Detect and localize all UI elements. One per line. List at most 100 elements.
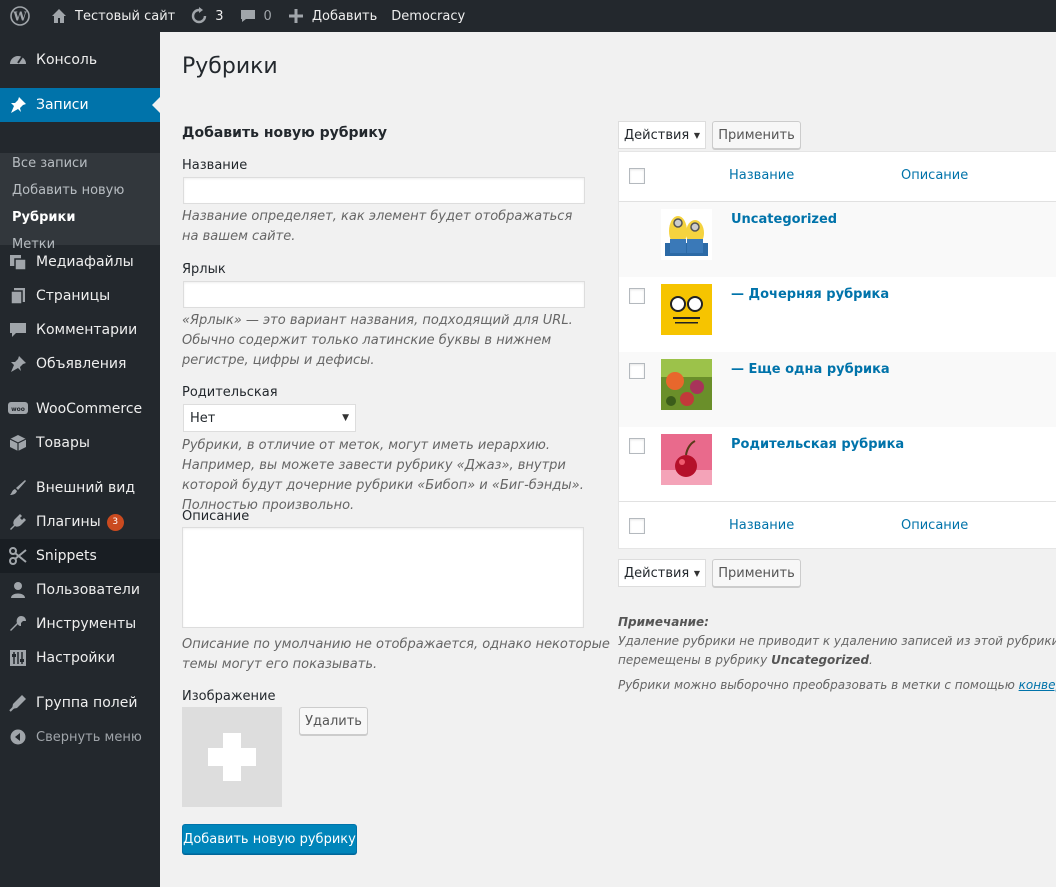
submenu-categories[interactable]: Рубрики: [12, 210, 75, 225]
plugin-icon: [0, 513, 36, 531]
table-row: — Дочерняя рубрика: [619, 277, 1056, 352]
remove-image-button[interactable]: Удалить: [299, 707, 368, 735]
column-description-header[interactable]: Описание: [901, 168, 968, 183]
table-header: Название Описание: [619, 152, 1056, 202]
name-description: Название определяет, как элемент будет о…: [182, 209, 573, 244]
menu-item-plugins[interactable]: Плагины 3: [0, 505, 160, 539]
image-label: Изображение: [182, 689, 276, 704]
updates-count: 3: [215, 8, 224, 24]
bulk-actions-select-top[interactable]: Действия ▼: [618, 121, 706, 149]
name-label: Название: [182, 158, 248, 173]
menu-item-appearance[interactable]: Внешний вид: [0, 471, 160, 505]
menu-item-posts[interactable]: Записи: [0, 88, 160, 122]
category-name-link[interactable]: Родительская рубрика: [731, 437, 904, 452]
bulk-actions-select-bottom[interactable]: Действия ▼: [618, 559, 706, 587]
updates-icon: [189, 6, 209, 26]
site-name-item[interactable]: Тестовый сайт: [42, 0, 182, 32]
democracy-label: Democracy: [391, 8, 466, 24]
menu-item-field-groups[interactable]: Группа полей: [0, 686, 160, 720]
submenu-all-posts[interactable]: Все записи: [12, 156, 88, 171]
media-icon: [0, 253, 36, 271]
dropdown-arrow-icon: ▼: [693, 568, 700, 578]
parent-label: Родительская: [182, 385, 278, 400]
menu-item-snippets[interactable]: Snippets: [0, 539, 160, 573]
menu-item-comments[interactable]: Комментарии: [0, 313, 160, 347]
select-all-checkbox-bottom[interactable]: [629, 518, 645, 534]
note-text-3: Рубрики можно выборочно преобразовать в …: [618, 676, 1056, 695]
apply-button-bottom[interactable]: Применить: [712, 559, 801, 587]
menu-item-products[interactable]: Товары: [0, 426, 160, 460]
add-category-button[interactable]: Добавить новую рубрику: [182, 824, 357, 854]
plus-icon: [286, 6, 306, 26]
comments-item[interactable]: 0: [231, 0, 279, 32]
dashboard-icon: [0, 51, 36, 69]
category-name-link[interactable]: — Еще одна рубрика: [731, 362, 890, 377]
description-label: Описание: [182, 509, 250, 524]
wrench-icon: [0, 615, 36, 633]
category-name-link[interactable]: — Дочерняя рубрика: [731, 287, 889, 302]
admin-bar: W Тестовый сайт 3 0 Добавить Democracy: [0, 0, 1056, 32]
category-thumbnail: [661, 434, 712, 485]
column-description-footer[interactable]: Описание: [901, 518, 968, 533]
category-thumbnail: [661, 209, 712, 260]
updates-item[interactable]: 3: [182, 0, 230, 32]
description-hint: Описание по умолчанию не отображается, о…: [182, 637, 610, 672]
select-all-checkbox[interactable]: [629, 168, 645, 184]
wordpress-logo-icon: W: [10, 6, 30, 26]
row-checkbox[interactable]: [629, 438, 645, 454]
dropdown-arrow-icon: ▼: [342, 413, 349, 423]
image-placeholder[interactable]: [182, 707, 282, 807]
table-row: Uncategorized: [619, 202, 1056, 277]
add-category-heading: Добавить новую рубрику: [182, 125, 387, 141]
row-checkbox[interactable]: [629, 288, 645, 304]
pages-icon: [0, 287, 36, 305]
category-thumbnail: [661, 284, 712, 335]
menu-item-woocommerce[interactable]: woo WooCommerce: [0, 392, 160, 426]
column-name-footer[interactable]: Название: [729, 518, 794, 533]
comments-icon: [0, 321, 36, 339]
page-title: Рубрики: [182, 54, 278, 79]
description-textarea[interactable]: [182, 527, 584, 628]
menu-item-ads[interactable]: Объявления: [0, 347, 160, 381]
comment-icon: [238, 6, 258, 26]
add-new-item[interactable]: Добавить: [279, 0, 384, 32]
parent-select[interactable]: Нет ▼: [183, 404, 356, 432]
home-icon: [49, 6, 69, 26]
menu-item-tools[interactable]: Инструменты: [0, 607, 160, 641]
comments-count: 0: [263, 8, 272, 24]
converter-link[interactable]: конверт: [1019, 678, 1056, 692]
slug-description: «Ярлык» — это вариант названия, подходящ…: [182, 313, 573, 368]
parent-select-value: Нет: [190, 410, 216, 426]
scissors-icon: [0, 547, 36, 565]
menu-item-settings[interactable]: Настройки: [0, 641, 160, 675]
slug-label: Ярлык: [182, 262, 226, 277]
column-name-header[interactable]: Название: [729, 168, 794, 183]
pin-icon: [0, 355, 36, 373]
slug-input[interactable]: [183, 281, 585, 308]
table-row: Родительская рубрика: [619, 427, 1056, 502]
collapse-menu-button[interactable]: Свернуть меню: [0, 720, 160, 754]
menu-item-users[interactable]: Пользователи: [0, 573, 160, 607]
note-title: Примечание:: [618, 615, 709, 629]
row-checkbox[interactable]: [629, 363, 645, 379]
name-input[interactable]: [183, 177, 585, 204]
category-thumbnail: [661, 359, 712, 410]
democracy-item[interactable]: Democracy: [384, 0, 472, 32]
dropdown-arrow-icon: ▼: [693, 130, 700, 140]
wp-logo-item[interactable]: W: [0, 0, 42, 32]
add-new-label: Добавить: [311, 8, 378, 24]
brush-icon: [0, 479, 36, 497]
site-name: Тестовый сайт: [75, 8, 176, 24]
apply-button-top[interactable]: Применить: [712, 121, 801, 149]
submenu-add-new[interactable]: Добавить новую: [12, 183, 124, 198]
menu-item-console[interactable]: Консоль: [0, 43, 160, 77]
menu-item-pages[interactable]: Страницы: [0, 279, 160, 313]
collapse-icon: [0, 729, 36, 745]
pin-icon: [0, 96, 36, 114]
acf-icon: [0, 694, 36, 712]
category-name-link[interactable]: Uncategorized: [731, 212, 837, 227]
parent-description: Рубрики, в отличие от меток, могут иметь…: [182, 438, 584, 513]
categories-table: Название Описание Uncategorized — Дочерн…: [618, 151, 1056, 549]
plugins-update-badge: 3: [106, 513, 124, 531]
menu-item-media[interactable]: Медиафайлы: [0, 245, 160, 279]
